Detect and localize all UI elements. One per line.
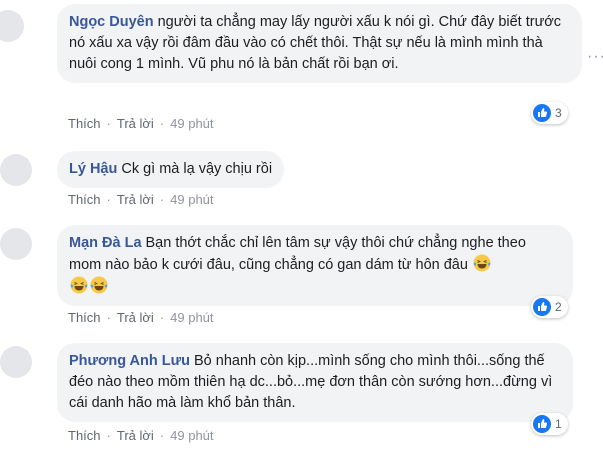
- like-link[interactable]: Thích: [68, 116, 101, 131]
- timestamp[interactable]: 49 phút: [170, 310, 213, 325]
- separator: ·: [106, 192, 111, 207]
- like-thumb-icon: [533, 104, 551, 122]
- commenter-name[interactable]: Ngọc Duyên: [69, 14, 154, 30]
- separator: ·: [106, 116, 111, 131]
- laughing-tears-emoji: [70, 276, 88, 294]
- comment-actions: Thích · Trả lời · 49 phút: [68, 192, 214, 207]
- like-link[interactable]: Thích: [68, 192, 101, 207]
- comment-actions: Thích · Trả lời · 49 phút: [68, 428, 214, 443]
- reaction-count[interactable]: 1: [531, 413, 568, 435]
- laughing-tears-emoji: [90, 276, 108, 294]
- reaction-number: 3: [555, 106, 562, 120]
- reply-link[interactable]: Trả lời: [117, 428, 154, 443]
- separator: ·: [159, 116, 165, 131]
- comment-bubble: Phương Anh Lưu Bỏ nhanh còn kịp...mình số…: [57, 343, 573, 422]
- commenter-name[interactable]: Phương Anh Lưu: [69, 353, 190, 369]
- reaction-count[interactable]: 2: [531, 296, 568, 318]
- timestamp[interactable]: 49 phút: [170, 116, 213, 131]
- comment-bubble: Ngọc Duyên người ta chẳng may lấy người x…: [57, 4, 582, 83]
- avatar[interactable]: [0, 346, 32, 378]
- comment-actions: Thích · Trả lời · 49 phút: [68, 116, 214, 131]
- timestamp[interactable]: 49 phút: [170, 428, 213, 443]
- like-link[interactable]: Thích: [68, 428, 101, 443]
- separator: ·: [106, 428, 111, 443]
- reply-link[interactable]: Trả lời: [117, 192, 154, 207]
- like-thumb-icon: [533, 415, 551, 433]
- reaction-number: 2: [555, 300, 562, 314]
- separator: ·: [159, 428, 165, 443]
- reply-link[interactable]: Trả lời: [117, 116, 154, 131]
- commenter-name[interactable]: Lý Hậu: [69, 161, 117, 177]
- comment-text: Ck gì mà lạ vậy chịu rồi: [121, 161, 273, 177]
- comment-bubble: Lý Hậu Ck gì mà lạ vậy chịu rồi: [57, 151, 285, 188]
- like-thumb-icon: [533, 298, 551, 316]
- separator: ·: [159, 192, 165, 207]
- commenter-name[interactable]: Mạn Đà La: [69, 235, 142, 251]
- like-link[interactable]: Thích: [68, 310, 101, 325]
- avatar[interactable]: [0, 10, 24, 42]
- reaction-count[interactable]: 3: [531, 102, 568, 124]
- timestamp[interactable]: 49 phút: [170, 192, 213, 207]
- reaction-number: 1: [555, 417, 562, 431]
- comment-bubble: Mạn Đà La Bạn thớt chắc chỉ lên tâm sự vậ…: [57, 225, 573, 306]
- laughing-tears-emoji: [473, 254, 491, 272]
- comment-actions: Thích · Trả lời · 49 phút: [68, 310, 214, 325]
- avatar[interactable]: [0, 154, 32, 186]
- separator: ·: [106, 310, 111, 325]
- more-options-icon[interactable]: ···: [587, 48, 603, 66]
- avatar[interactable]: [0, 228, 32, 260]
- reply-link[interactable]: Trả lời: [117, 310, 154, 325]
- separator: ·: [159, 310, 165, 325]
